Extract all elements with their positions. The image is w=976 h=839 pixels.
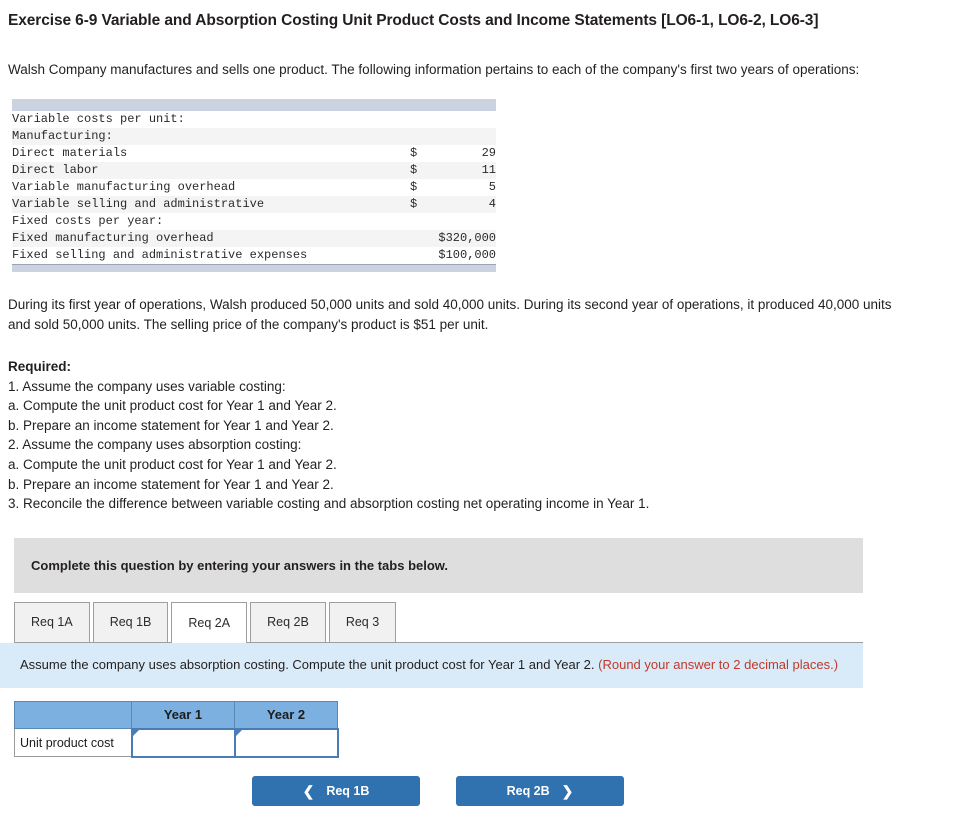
operations-paragraph: During its first year of operations, Wal… bbox=[8, 297, 892, 332]
answer-input-cell-year-2[interactable] bbox=[233, 727, 339, 758]
fact-table-row: Direct labor $11 bbox=[12, 162, 496, 179]
fact-row-value: 4 bbox=[488, 197, 496, 211]
tab-req-1b[interactable]: Req 1B bbox=[92, 601, 169, 642]
fact-table-row: Direct materials $29 bbox=[12, 145, 496, 162]
fact-table-row: Variable selling and administrative $4 bbox=[12, 196, 496, 213]
fact-table-row: Fixed selling and administrative expense… bbox=[12, 247, 496, 264]
intro-paragraph: Walsh Company manufactures and sells one… bbox=[8, 62, 860, 77]
required-item: 2. Assume the company uses absorption co… bbox=[8, 437, 302, 453]
tab-label: Req 2A bbox=[188, 615, 231, 630]
cell-marker-icon bbox=[132, 729, 139, 736]
tab-req-1a[interactable]: Req 1A bbox=[14, 601, 90, 642]
fact-row-label: Variable costs per unit: bbox=[12, 112, 185, 126]
fact-row-currency: $ bbox=[410, 146, 418, 160]
next-requirement-label: Req 2B bbox=[506, 783, 550, 798]
navigation-buttons: ❮ Req 1B Req 2B ❯ bbox=[0, 775, 976, 806]
instruction-note: (Round your answer to 2 decimal places.) bbox=[598, 656, 839, 672]
fact-table-row: Variable costs per unit: bbox=[12, 111, 496, 128]
fact-row-value: 5 bbox=[488, 180, 496, 194]
required-section: Required: 1. Assume the company uses var… bbox=[8, 357, 976, 514]
answer-table-wrapper: Year 1 Year 2 Unit product cost bbox=[14, 700, 976, 758]
cost-data-table: Variable costs per unit: Manufacturing: Di… bbox=[12, 99, 496, 272]
required-item: 3. Reconcile the difference between vari… bbox=[8, 496, 650, 512]
fact-row-value bbox=[410, 213, 496, 230]
answer-table-row: Unit product cost bbox=[14, 727, 339, 758]
fact-row-label: Direct materials bbox=[12, 146, 128, 160]
fact-row-label: Fixed costs per year: bbox=[12, 214, 164, 228]
answer-row-label: Unit product cost bbox=[14, 728, 132, 758]
complete-question-text: Complete this question by entering your … bbox=[31, 557, 449, 573]
fact-row-currency: $ bbox=[410, 197, 418, 211]
fact-row-value: 29 bbox=[481, 146, 496, 160]
fact-row-value bbox=[410, 128, 496, 145]
page-title: Exercise 6-9 Variable and Absorption Cos… bbox=[8, 12, 819, 29]
fact-row-label: Variable selling and administrative bbox=[12, 197, 265, 211]
fact-table-row: Fixed costs per year: bbox=[12, 213, 496, 230]
cell-marker-icon bbox=[235, 729, 242, 736]
fact-row-label: Fixed selling and administrative expense… bbox=[12, 248, 308, 262]
fact-row-value: $100,000 bbox=[438, 248, 496, 262]
column-header-year-2: Year 2 bbox=[234, 700, 338, 730]
answer-input-cell-year-1[interactable] bbox=[130, 727, 236, 758]
tab-req-3[interactable]: Req 3 bbox=[328, 601, 397, 642]
fact-table-row: Manufacturing: bbox=[12, 128, 496, 145]
chevron-left-icon: ❮ bbox=[302, 782, 315, 799]
fact-row-value: $320,000 bbox=[438, 231, 496, 245]
chevron-right-icon: ❯ bbox=[561, 782, 574, 799]
fact-row-value bbox=[410, 111, 496, 128]
answer-table: Year 1 Year 2 Unit product cost bbox=[14, 700, 339, 758]
fact-table-row: Fixed manufacturing overhead $320,000 bbox=[12, 230, 496, 247]
answer-table-corner-header bbox=[14, 700, 132, 730]
tab-label: Req 3 bbox=[345, 615, 380, 630]
fact-row-currency: $ bbox=[410, 180, 418, 194]
required-item: b. Prepare an income statement for Year … bbox=[8, 417, 334, 433]
prev-requirement-label: Req 1B bbox=[326, 783, 370, 798]
tab-req-2a[interactable]: Req 2A bbox=[171, 601, 248, 643]
complete-question-bar: Complete this question by entering your … bbox=[14, 537, 863, 593]
instruction-text: Assume the company uses absorption costi… bbox=[20, 656, 599, 672]
tab-label: Req 2B bbox=[267, 615, 309, 630]
required-item: b. Prepare an income statement for Year … bbox=[8, 476, 334, 492]
tab-label: Req 1A bbox=[31, 615, 73, 630]
required-item: a. Compute the unit product cost for Yea… bbox=[8, 398, 337, 414]
fact-table-row: Variable manufacturing overhead $5 bbox=[12, 179, 496, 196]
next-requirement-button[interactable]: Req 2B ❯ bbox=[456, 775, 624, 806]
column-header-year-1: Year 1 bbox=[131, 700, 235, 730]
fact-row-label: Fixed manufacturing overhead bbox=[12, 231, 214, 245]
fact-row-label: Manufacturing: bbox=[12, 129, 113, 143]
fact-table: Variable costs per unit: Manufacturing: Di… bbox=[12, 111, 496, 264]
fact-table-header-bar bbox=[12, 99, 496, 111]
fact-row-label: Variable manufacturing overhead bbox=[12, 180, 236, 194]
prev-requirement-button[interactable]: ❮ Req 1B bbox=[252, 775, 420, 806]
tab-req-2b[interactable]: Req 2B bbox=[250, 601, 326, 642]
fact-row-currency: $ bbox=[410, 163, 418, 177]
required-heading: Required: bbox=[8, 359, 72, 374]
required-item: 1. Assume the company uses variable cost… bbox=[8, 378, 286, 394]
requirement-tabs: Req 1A Req 1B Req 2A Req 2B Req 3 bbox=[14, 601, 863, 643]
required-item: a. Compute the unit product cost for Yea… bbox=[8, 456, 337, 472]
fact-row-label: Direct labor bbox=[12, 163, 99, 177]
fact-row-value: 11 bbox=[481, 163, 496, 177]
fact-table-footer-bar bbox=[12, 264, 496, 272]
tab-label: Req 1B bbox=[109, 615, 152, 630]
instruction-panel: Assume the company uses absorption costi… bbox=[0, 642, 863, 688]
answer-table-header-row: Year 1 Year 2 bbox=[14, 700, 338, 730]
